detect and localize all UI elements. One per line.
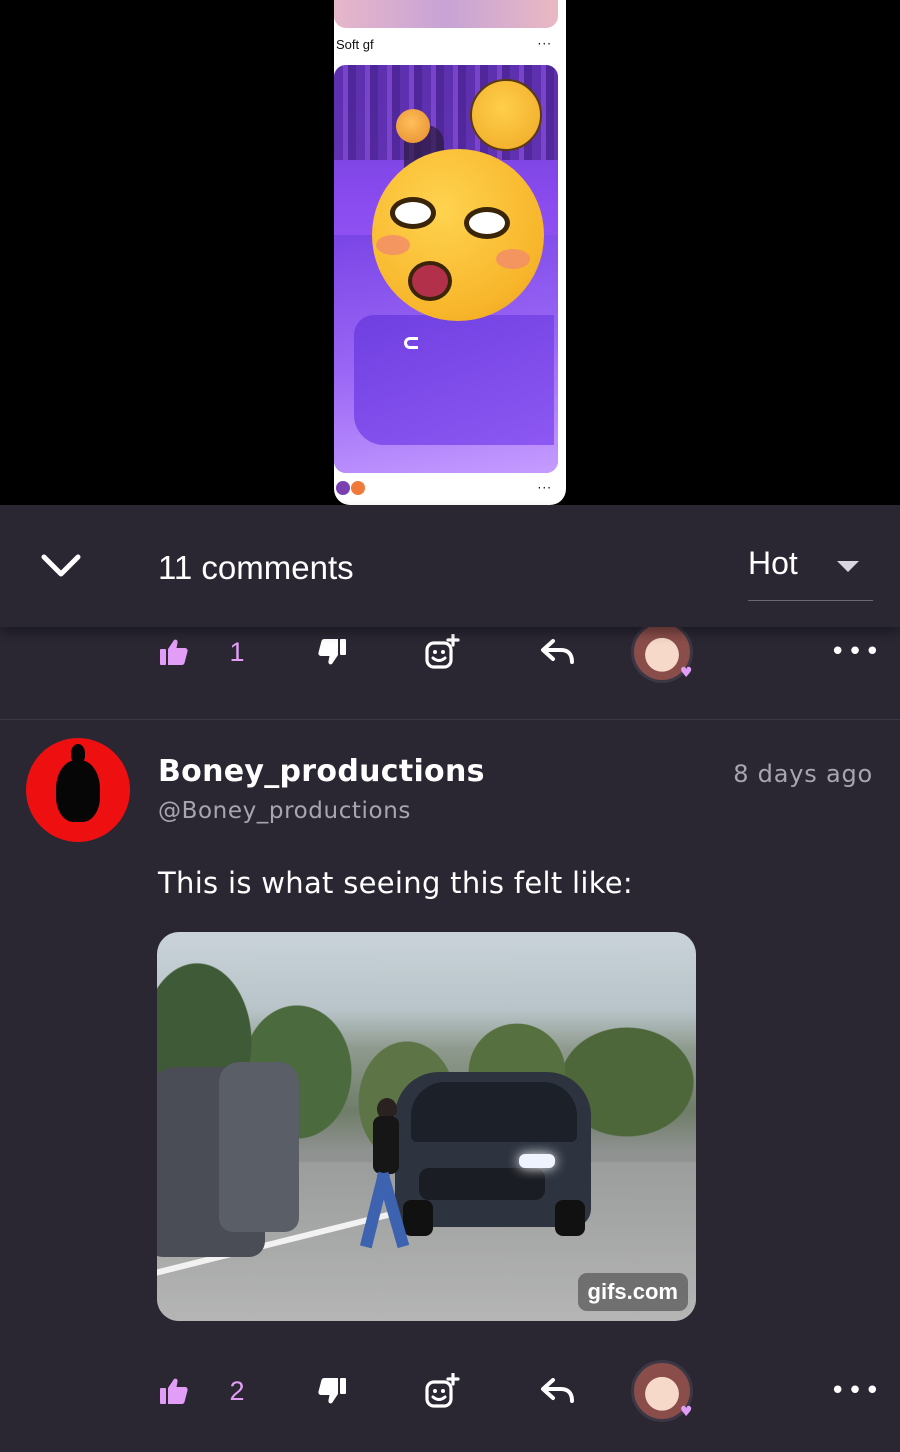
reactor-avatar[interactable]: ♥: [624, 617, 700, 687]
thumbs-down-icon: [318, 1378, 346, 1404]
comment-actions: 2 ♥ •••: [0, 1356, 900, 1426]
more-options-button[interactable]: •••: [830, 1356, 880, 1426]
reactor-avatar[interactable]: ♥: [624, 1356, 700, 1426]
more-icon: •••: [830, 637, 883, 667]
reply-button[interactable]: [536, 1356, 580, 1426]
small-emoji-face: [396, 109, 430, 143]
screenshot-image: Soft gf ··· ···: [334, 0, 566, 505]
gif-source-badge: gifs.com: [577, 1273, 688, 1311]
like-count: 2: [229, 1375, 245, 1406]
dislike-button[interactable]: [312, 1356, 352, 1426]
scribble-mark: [404, 337, 418, 349]
like-button[interactable]: [154, 617, 194, 687]
post-media[interactable]: Soft gf ··· ···: [0, 0, 900, 505]
pin-more-icon: ···: [537, 481, 552, 495]
comment-timestamp: 8 days ago: [733, 760, 873, 788]
pin-image: [334, 65, 558, 473]
caret-down-icon: [837, 561, 859, 572]
author-avatar[interactable]: [26, 738, 130, 842]
collapse-comments-button[interactable]: [36, 545, 86, 587]
avatar-figure-body: [56, 760, 100, 822]
reply-icon: [541, 639, 574, 664]
bed-spread: [354, 315, 554, 445]
comment-divider: [0, 719, 900, 720]
pin-caption-row: Soft gf ···: [336, 34, 558, 54]
comment-text: This is what seeing this felt like:: [158, 866, 633, 900]
thumbs-up-icon: [160, 639, 188, 665]
heart-icon: ♥: [680, 1404, 693, 1420]
heart-icon: ♥: [680, 665, 693, 681]
flushed-emoji-face: [372, 149, 544, 321]
comment-author-name[interactable]: Boney_productions: [158, 754, 485, 789]
add-reaction-button[interactable]: [420, 617, 464, 687]
pin-footer-row: ···: [336, 478, 558, 498]
like-button[interactable]: [154, 1356, 194, 1426]
drooling-emoji-face: [470, 79, 542, 151]
sort-selected-value: Hot: [748, 545, 798, 581]
person-body: [373, 1116, 399, 1174]
comment-actions: 1 ♥ •••: [0, 617, 900, 687]
previous-pin-image: [334, 0, 558, 28]
chevron-down-icon: [41, 554, 81, 577]
thumbs-down-icon: [318, 639, 346, 665]
thumbs-up-icon: [160, 1378, 188, 1404]
pin-more-icon: ···: [537, 37, 552, 51]
comment-author-handle[interactable]: @Boney_productions: [158, 798, 411, 824]
emoji-mouth: [408, 261, 452, 301]
emoji-right-eye: [464, 207, 510, 239]
walking-person: [359, 1098, 410, 1252]
comment-gif[interactable]: gifs.com: [157, 932, 696, 1321]
more-options-button[interactable]: •••: [830, 617, 880, 687]
add-reaction-button[interactable]: [420, 1356, 464, 1426]
car-wheel: [555, 1200, 585, 1236]
reply-button[interactable]: [536, 617, 580, 687]
emoji-blush: [376, 235, 410, 255]
pin-emoji-reactions: [336, 481, 365, 495]
peach-icon: [351, 481, 365, 495]
car-wheel: [403, 1200, 433, 1236]
car-headlight: [519, 1154, 555, 1168]
emoji-blush: [496, 249, 530, 269]
add-reaction-icon: [425, 1373, 460, 1408]
pin-title: Soft gf: [336, 36, 374, 52]
add-reaction-icon: [425, 634, 460, 669]
dislike-button[interactable]: [312, 617, 352, 687]
car-windshield: [411, 1082, 577, 1142]
reply-icon: [541, 1378, 574, 1403]
comments-count: 11 comments: [158, 549, 354, 586]
sort-dropdown[interactable]: Hot: [748, 541, 873, 601]
parked-car: [219, 1062, 299, 1232]
purple-heart-icon: [336, 481, 350, 495]
more-icon: •••: [830, 1376, 883, 1406]
comments-header: 11 comments Hot: [0, 505, 900, 627]
avatar: ♥: [631, 1360, 693, 1422]
emoji-left-eye: [390, 197, 436, 229]
like-count: 1: [229, 636, 245, 667]
avatar: ♥: [631, 621, 693, 683]
car-grille: [419, 1168, 545, 1200]
